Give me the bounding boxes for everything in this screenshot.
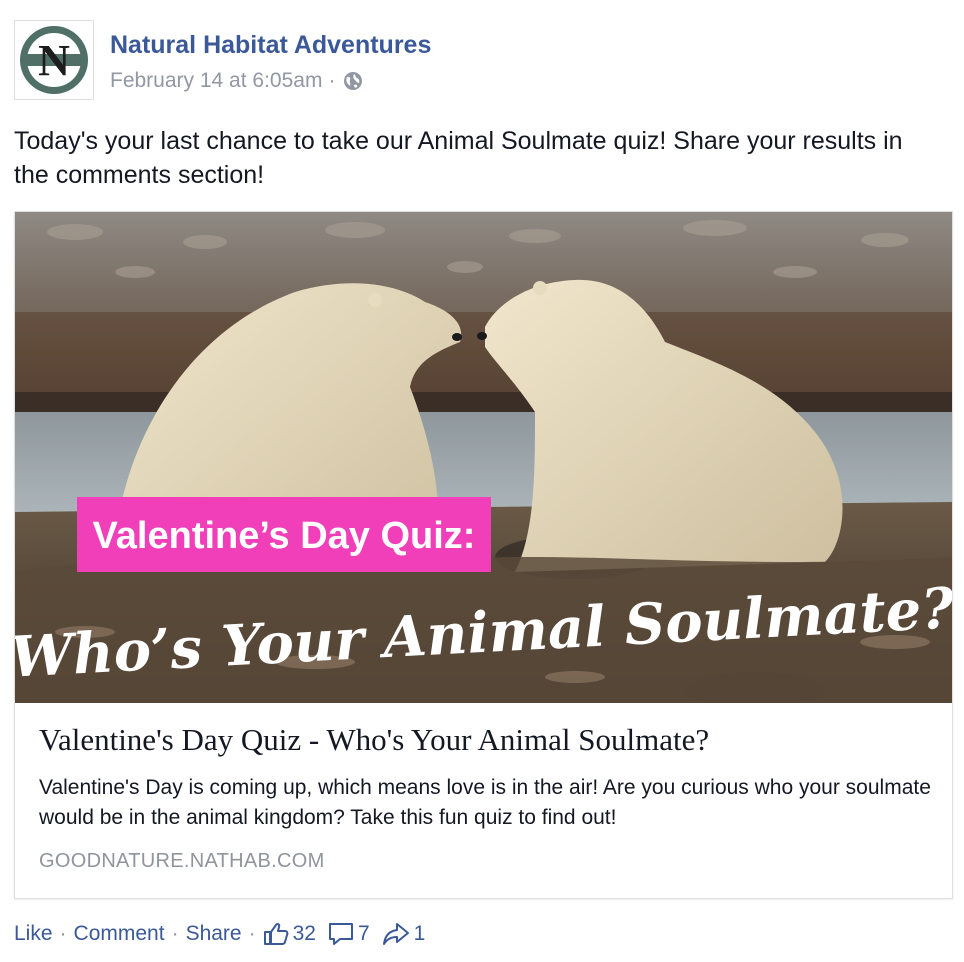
like-count[interactable]: 32 xyxy=(293,922,316,946)
action-separator: · xyxy=(248,922,256,945)
link-title[interactable]: Valentine's Day Quiz - Who's Your Animal… xyxy=(39,720,934,760)
comment-button[interactable]: Comment xyxy=(74,922,165,946)
link-preview-body[interactable]: Valentine's Day Quiz - Who's Your Animal… xyxy=(39,720,934,873)
natural-habitat-logo-icon: N xyxy=(20,26,88,94)
link-preview-card[interactable]: Valentine’s Day Quiz: Who’s Your Animal … xyxy=(14,211,953,899)
like-button[interactable]: Like xyxy=(14,922,53,946)
meta-separator: · xyxy=(328,69,336,92)
svg-text:N: N xyxy=(38,36,70,85)
link-description: Valentine's Day is coming up, which mean… xyxy=(39,776,931,829)
share-arrow-icon[interactable] xyxy=(382,922,410,946)
thumbs-up-icon[interactable] xyxy=(263,922,289,946)
post-timestamp[interactable]: February 14 at 6:05am xyxy=(110,69,322,93)
globe-icon[interactable] xyxy=(343,71,363,91)
comment-bubble-icon[interactable] xyxy=(328,922,354,946)
action-separator: · xyxy=(171,922,179,945)
post-meta: February 14 at 6:05am · xyxy=(110,69,363,93)
link-preview-image[interactable]: Valentine’s Day Quiz: Who’s Your Animal … xyxy=(15,212,952,703)
post-actions: Like · Comment · Share · 32 7 1 xyxy=(14,922,437,946)
page-name-link[interactable]: Natural Habitat Adventures xyxy=(110,31,431,60)
post-message: Today's your last chance to take our Ani… xyxy=(14,127,903,189)
action-separator: · xyxy=(59,922,67,945)
banner-text: Valentine’s Day Quiz: xyxy=(93,515,476,557)
page-avatar[interactable]: N xyxy=(14,20,94,100)
share-button[interactable]: Share xyxy=(186,922,242,946)
share-count[interactable]: 1 xyxy=(414,922,426,946)
link-domain: GOODNATURE.NATHAB.COM xyxy=(39,850,325,872)
comment-count[interactable]: 7 xyxy=(358,922,370,946)
